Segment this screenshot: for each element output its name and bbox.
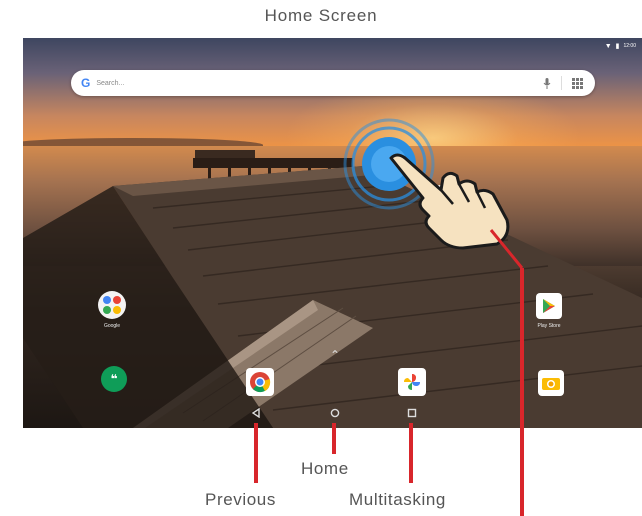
previous-callout-label: Previous bbox=[205, 490, 276, 509]
recents-icon[interactable] bbox=[407, 408, 417, 418]
hangouts-app[interactable]: ❝ bbox=[97, 366, 131, 392]
page-title: Home Screen bbox=[264, 6, 378, 25]
home-callout-line bbox=[332, 423, 336, 454]
google-folder[interactable]: Google bbox=[95, 291, 129, 329]
chrome-icon[interactable] bbox=[246, 368, 274, 396]
back-icon[interactable] bbox=[251, 408, 261, 418]
multitasking-callout-line bbox=[409, 423, 413, 483]
mic-icon[interactable] bbox=[543, 77, 551, 89]
play-store-app[interactable]: Play Store bbox=[532, 293, 566, 329]
play-store-icon bbox=[536, 293, 562, 319]
google-folder-icon bbox=[98, 291, 126, 319]
photos-icon[interactable] bbox=[398, 368, 426, 396]
status-time: 12:00 bbox=[623, 43, 636, 49]
tap-callout-line bbox=[489, 229, 524, 516]
google-folder-label: Google bbox=[103, 323, 121, 329]
apps-grid-icon[interactable] bbox=[572, 77, 583, 89]
camera-icon[interactable] bbox=[538, 370, 564, 396]
home-icon[interactable] bbox=[330, 408, 340, 418]
search-input[interactable]: Search... bbox=[96, 80, 543, 87]
previous-callout-line bbox=[254, 423, 258, 483]
wifi-icon: ▼ bbox=[604, 42, 612, 50]
google-search-bar[interactable]: G Search... bbox=[71, 70, 595, 96]
status-bar: ▼ ▮ 12:00 bbox=[604, 42, 636, 51]
multitasking-callout-label: Multitasking bbox=[349, 490, 446, 509]
hangouts-icon: ❝ bbox=[101, 366, 127, 392]
tablet-home-screen: ▼ ▮ 12:00 G Search... 00 bbox=[23, 38, 642, 428]
battery-icon: ▮ bbox=[615, 43, 620, 50]
play-store-label: Play Store bbox=[537, 323, 561, 329]
app-drawer-chevron-icon[interactable]: ⌃ bbox=[330, 348, 340, 362]
search-divider bbox=[561, 76, 562, 90]
home-callout-label: Home bbox=[301, 459, 349, 478]
google-g-logo: G bbox=[81, 76, 91, 90]
